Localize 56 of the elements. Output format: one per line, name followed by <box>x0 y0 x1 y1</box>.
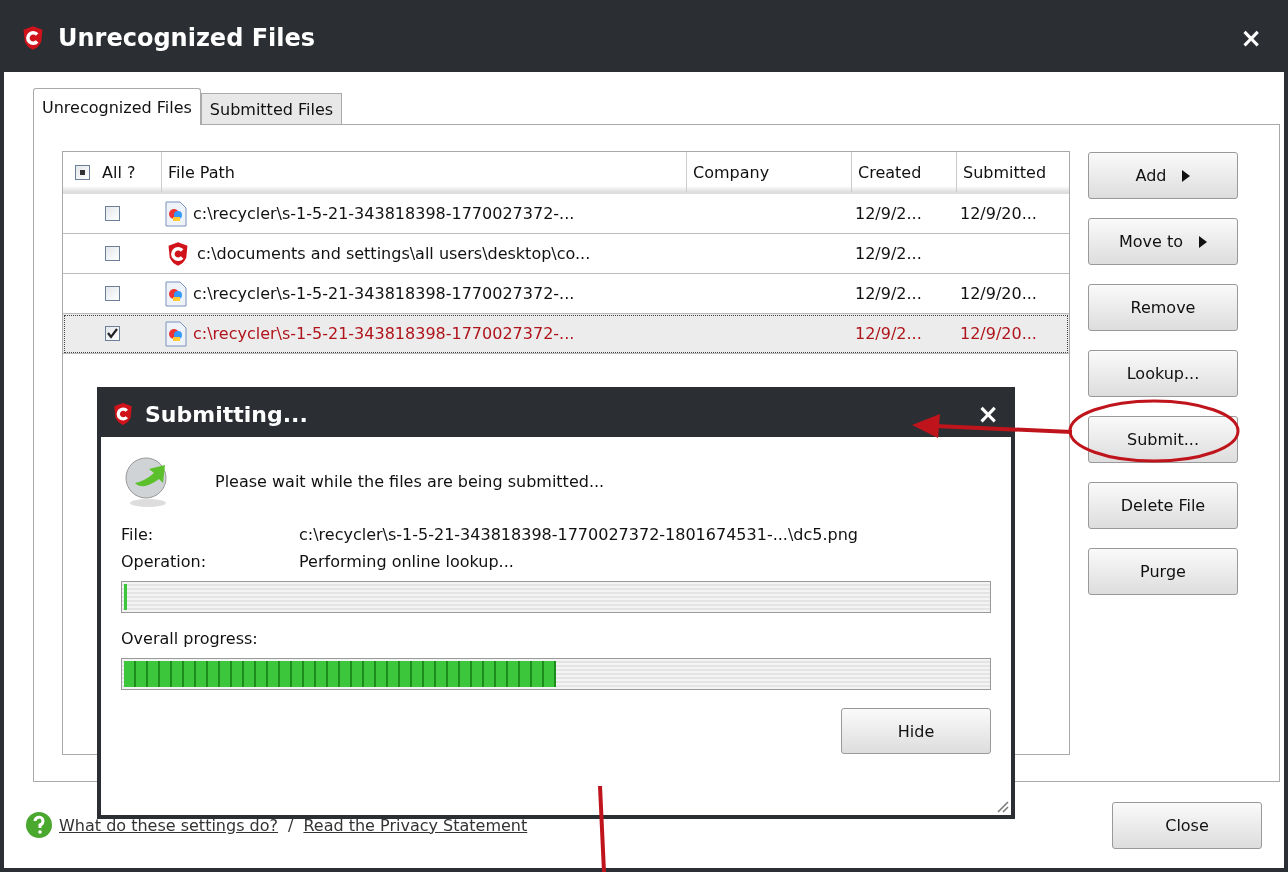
action-button[interactable]: Remove <box>1088 284 1238 331</box>
row-checkbox[interactable] <box>104 246 120 261</box>
image-file-icon <box>165 280 187 307</box>
created-date: 12/9/2... <box>855 204 922 223</box>
row-checkbox[interactable] <box>104 326 120 341</box>
app-logo-icon <box>111 402 135 426</box>
field-value: Performing online lookup... <box>299 552 515 571</box>
help-icon <box>25 811 53 839</box>
action-button[interactable]: Submit... <box>1088 416 1238 463</box>
resize-grip-icon <box>995 799 1009 813</box>
file-row[interactable]: c:\documents and settings\all users\desktop\co... 12/9/2... <box>63 234 1069 274</box>
file-path: c:\documents and settings\all users\desktop\co... <box>197 244 591 263</box>
field-label: File: <box>121 525 155 544</box>
tab[interactable]: Unrecognized Files <box>33 88 201 125</box>
file-row[interactable]: c:\recycler\s-1-5-21-343818398-1770027372-... 12/9/2... 12/9/20... <box>63 314 1069 354</box>
caret-icon <box>1182 169 1191 182</box>
action-button[interactable]: Move to <box>1088 218 1238 265</box>
field-value: c:\recycler\s-1-5-21-343818398-1770027372-1801674531-...\dc5.png <box>299 525 859 544</box>
column-header: All ? <box>102 162 136 182</box>
created-date: 12/9/2... <box>855 324 922 343</box>
dialog-title: Submitting... <box>145 401 309 427</box>
file-path: c:\recycler\s-1-5-21-343818398-1770027372-... <box>193 284 575 303</box>
created-date: 12/9/2... <box>855 284 922 303</box>
column-header[interactable]: File Path <box>161 152 686 192</box>
image-file-icon <box>165 200 187 227</box>
tab[interactable]: Submitted Files <box>200 93 343 124</box>
close-button[interactable]: × <box>1234 25 1268 51</box>
action-button[interactable]: Purge <box>1088 548 1238 595</box>
wait-message: Please wait while the files are being submitted... <box>215 471 605 491</box>
column-header[interactable]: Submitted <box>956 152 1066 192</box>
action-button[interactable]: Delete File <box>1088 482 1238 529</box>
row-checkbox[interactable] <box>104 206 120 221</box>
column-header[interactable]: Company <box>686 152 851 192</box>
submitted-date: 12/9/20... <box>960 204 1037 223</box>
file-row[interactable]: c:\recycler\s-1-5-21-343818398-1770027372-... 12/9/2... 12/9/20... <box>63 194 1069 234</box>
window-title: Unrecognized Files <box>58 24 317 52</box>
caret-icon <box>1199 235 1208 248</box>
privacy-link[interactable]: Read the Privacy Statement <box>303 815 528 835</box>
file-path: c:\recycler\s-1-5-21-343818398-1770027372-... <box>193 324 575 343</box>
select-all-checkbox[interactable] <box>75 164 90 180</box>
created-date: 12/9/2... <box>855 244 922 263</box>
close-button[interactable]: × <box>971 401 1005 427</box>
hide-button[interactable]: Hide <box>841 708 991 754</box>
overall-progress-label: Overall progress: <box>121 629 259 648</box>
link-separator: / <box>288 815 294 835</box>
image-file-icon <box>165 320 187 347</box>
action-button[interactable]: Add <box>1088 152 1238 199</box>
submitted-date: 12/9/20... <box>960 284 1037 303</box>
file-path: c:\recycler\s-1-5-21-343818398-1770027372-... <box>193 204 575 223</box>
column-header[interactable]: Created <box>851 152 956 192</box>
field-label: Operation: <box>121 552 207 571</box>
close-button[interactable]: Close <box>1112 801 1262 849</box>
help-link[interactable]: What do these settings do? <box>59 815 278 835</box>
row-checkbox[interactable] <box>104 286 120 301</box>
action-button[interactable]: Lookup... <box>1088 350 1238 397</box>
submitted-date: 12/9/20... <box>960 324 1037 343</box>
